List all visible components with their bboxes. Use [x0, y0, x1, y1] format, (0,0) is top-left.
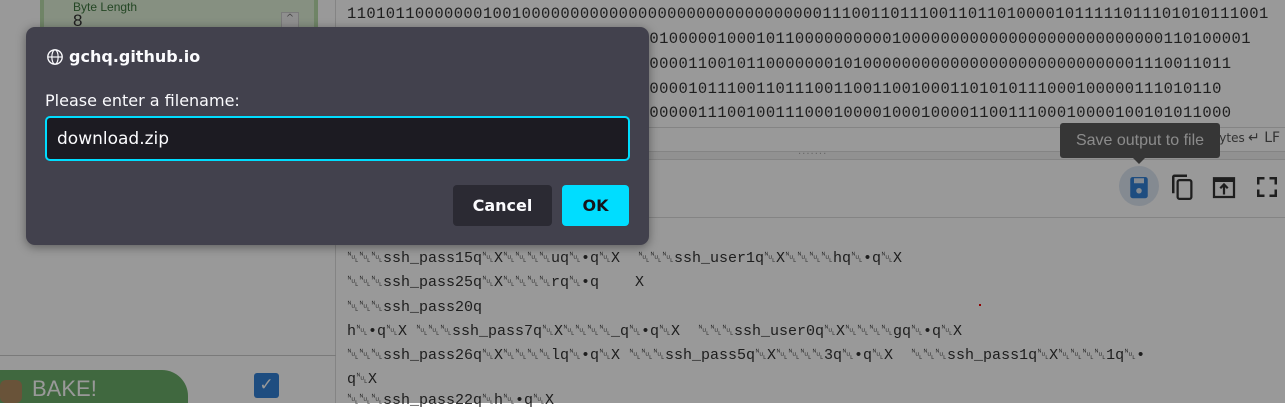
dialog-origin: gchq.github.io: [46, 47, 200, 66]
filename-prompt-dialog: gchq.github.io Please enter a filename: …: [26, 27, 649, 245]
dialog-message: Please enter a filename:: [45, 91, 240, 110]
globe-icon: [47, 48, 63, 65]
dialog-host: gchq.github.io: [69, 47, 201, 66]
ok-button[interactable]: OK: [562, 185, 629, 226]
cancel-button[interactable]: Cancel: [453, 185, 552, 226]
filename-input[interactable]: [45, 116, 630, 161]
